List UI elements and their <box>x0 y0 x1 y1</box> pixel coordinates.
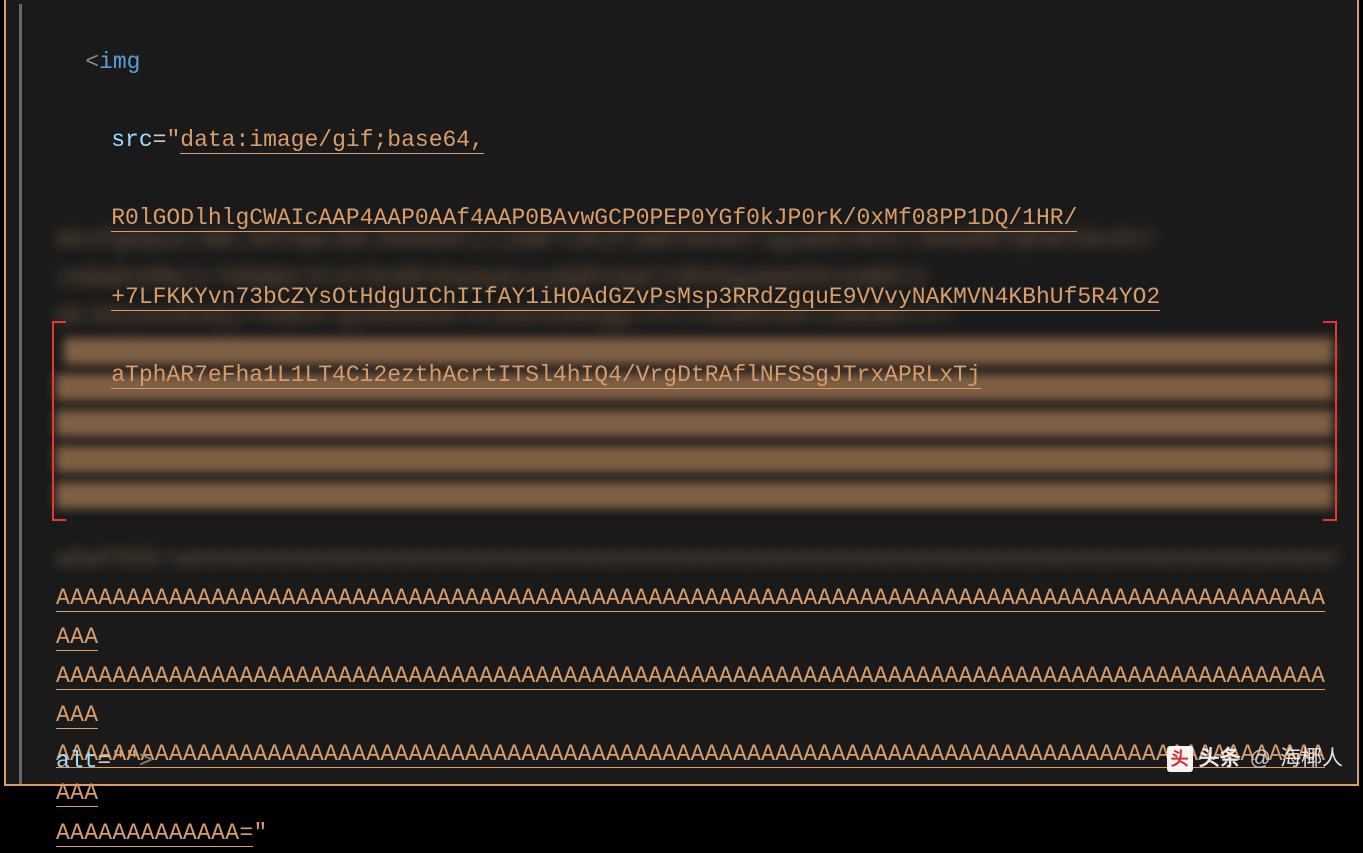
equals-sign: = <box>153 127 167 153</box>
watermark: 头 头条 @海椰人 <box>1167 741 1343 777</box>
code-editor-pane: <img src="data:image/gif;base64, R0lGODl… <box>4 0 1359 786</box>
watermark-at: @ <box>1250 741 1271 777</box>
a-run-line: AAAAAAAAAAAAAAAAAAAAAAAAAAAAAAAAAAAAAAAA… <box>56 585 1325 651</box>
a-run-line: AAAAAAAAAAAAAAAAAAAAAAAAAAAAAAAAAAAAAAAA… <box>56 663 1325 729</box>
tag-close-bracket: > <box>139 748 153 774</box>
blurred-a-row <box>56 446 1333 472</box>
watermark-user: 海椰人 <box>1280 741 1343 777</box>
tag-name-img: img <box>99 49 140 75</box>
blurred-a-line: wDwFRAD/wAAAAAAAAAAAAAAAAAAAAAAAAAAAAAAA… <box>56 540 1337 570</box>
close-quote-alt: " <box>125 748 139 774</box>
src-value-a-run: AAAAAAAAAAAAAAAAAAAAAAAAAAAAAAAAAAAAAAAA… <box>56 579 1339 853</box>
src-value-part1: data:image/gif;base64, <box>180 127 484 154</box>
close-quote: " <box>253 820 267 846</box>
blurred-a-row <box>64 338 1333 364</box>
tag-open-bracket: < <box>85 49 99 75</box>
attr-name-alt: alt <box>56 748 97 774</box>
blurred-code-line: JaBqRnHMwlc7HGWQelFckYDvBFUDwAwAxayQQPhd… <box>56 260 1056 298</box>
blurred-code-line: mkJHZywnd5AQjrVSBCklguAbHdnKlxcUwCSdAKgg… <box>56 298 1056 336</box>
open-quote: " <box>166 127 180 153</box>
blurred-a-row <box>56 482 1333 508</box>
fold-gutter-line <box>19 4 22 784</box>
a-run-line: AAAAAAAAAAAAAAAAAAAAAAAAAAAAAAAAAAAAAAAA… <box>56 741 1325 807</box>
code-content[interactable]: <img src="data:image/gif;base64, R0lGODl… <box>30 4 1349 434</box>
highlight-bracket-bottom-left <box>52 519 66 521</box>
attr-name-src: src <box>111 127 152 153</box>
blurred-a-row <box>56 374 1333 400</box>
a-run-line-end: AAAAAAAAAAAAA= <box>56 820 253 847</box>
blurred-code-line: mKxPgKQuarABcJKPnQwlBkJDkRdAFyljUWFTyRjP… <box>56 222 1346 260</box>
watermark-logo-icon: 头 <box>1167 746 1193 772</box>
highlight-bracket-bottom-right <box>1323 519 1337 521</box>
watermark-brand: 头条 <box>1199 741 1241 777</box>
equals-sign: = <box>97 748 111 774</box>
blurred-a-row <box>56 410 1333 436</box>
alt-attribute-line: alt=""> <box>56 742 153 781</box>
open-quote-alt: " <box>111 748 125 774</box>
